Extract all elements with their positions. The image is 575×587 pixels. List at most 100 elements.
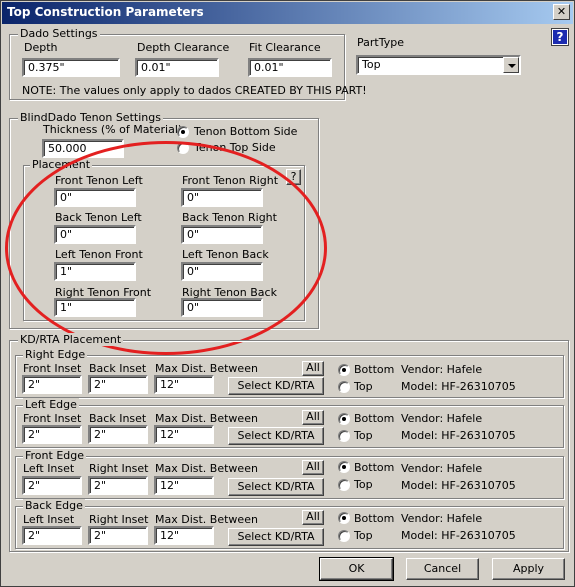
edge-back-all-button[interactable]: All <box>302 510 324 525</box>
edge-right-label-1: Front Inset <box>23 362 82 375</box>
depth-label: Depth <box>24 41 58 54</box>
edge-front-all-button[interactable]: All <box>302 460 324 475</box>
edge-left-label-2: Back Inset <box>89 412 147 425</box>
edge-back-bottom-radio[interactable] <box>338 512 350 524</box>
tenon-bottom-radio[interactable] <box>177 126 189 138</box>
edge-right-label-2: Back Inset <box>89 362 147 375</box>
edge-left-top-radio[interactable] <box>338 430 350 442</box>
edge-left-model: Model: HF-26310705 <box>401 429 516 442</box>
edge-left-vendor: Vendor: Hafele <box>401 412 483 425</box>
edge-right-label-3: Max Dist. Between <box>155 362 258 375</box>
edge-left-top-label: Top <box>354 429 373 442</box>
fit-clearance-label: Fit Clearance <box>249 41 321 54</box>
edge-right-bottom-radio[interactable] <box>338 364 350 376</box>
edge-right-field-2[interactable]: 2" <box>88 375 148 394</box>
edge-front-vendor: Vendor: Hafele <box>401 462 483 475</box>
edge-legend-front: Front Edge <box>23 449 87 462</box>
edge-front-field-2[interactable]: 2" <box>88 476 148 495</box>
edge-back-top-radio[interactable] <box>338 530 350 542</box>
edge-back-label-3: Max Dist. Between <box>155 513 258 526</box>
apply-button[interactable]: Apply <box>492 558 565 580</box>
edge-back-select-button[interactable]: Select KD/RTA <box>228 528 324 546</box>
dado-settings-legend: Dado Settings <box>18 27 100 40</box>
front-tenon-left-label: Front Tenon Left <box>55 174 143 187</box>
parttype-value: Top <box>362 58 381 71</box>
back-tenon-right-label: Back Tenon Right <box>182 211 277 224</box>
edge-back-bottom-label: Bottom <box>354 512 395 525</box>
edge-front-label-2: Right Inset <box>89 462 149 475</box>
edge-back-field-3[interactable]: 12" <box>154 526 214 545</box>
edge-front-select-button[interactable]: Select KD/RTA <box>228 478 324 496</box>
kd-rta-legend: KD/RTA Placement <box>18 333 124 346</box>
left-tenon-back-field[interactable]: 0" <box>181 262 263 281</box>
title-bar[interactable]: Top Construction Parameters ✕ <box>2 2 573 24</box>
placement-help-button[interactable]: ? <box>286 169 301 185</box>
cancel-button[interactable]: Cancel <box>406 558 479 580</box>
thickness-label: Thickness (% of Material) <box>43 123 183 136</box>
edge-right-model: Model: HF-26310705 <box>401 380 516 393</box>
help-icon[interactable]: ? <box>552 29 568 45</box>
edge-front-bottom-label: Bottom <box>354 461 395 474</box>
edge-left-bottom-radio[interactable] <box>338 413 350 425</box>
edge-left-bottom-label: Bottom <box>354 412 395 425</box>
chevron-down-icon[interactable] <box>503 57 519 73</box>
front-tenon-right-label: Front Tenon Right <box>182 174 279 187</box>
right-tenon-back-field[interactable]: 0" <box>181 298 263 317</box>
left-tenon-back-label: Left Tenon Back <box>182 248 269 261</box>
edge-front-field-1[interactable]: 2" <box>22 476 82 495</box>
thickness-field[interactable]: 50.000 <box>42 139 124 158</box>
edge-legend-left: Left Edge <box>23 398 79 411</box>
edge-left-field-1[interactable]: 2" <box>22 425 82 444</box>
edge-right-select-button[interactable]: Select KD/RTA <box>228 377 324 395</box>
edge-right-top-radio[interactable] <box>338 381 350 393</box>
edge-legend-back: Back Edge <box>23 499 85 512</box>
edge-back-top-label: Top <box>354 529 373 542</box>
window-title: Top Construction Parameters <box>7 5 204 19</box>
parttype-label: PartType <box>357 36 404 49</box>
edge-back-vendor: Vendor: Hafele <box>401 512 483 525</box>
back-tenon-left-label: Back Tenon Left <box>55 211 142 224</box>
right-tenon-front-field[interactable]: 1" <box>54 298 136 317</box>
edge-back-field-1[interactable]: 2" <box>22 526 82 545</box>
dado-note: NOTE: The values only apply to dados CRE… <box>22 84 367 97</box>
ok-button[interactable]: OK <box>319 557 394 581</box>
placement-legend: Placement <box>30 158 93 171</box>
left-tenon-front-field[interactable]: 1" <box>54 262 136 281</box>
edge-back-label-1: Left Inset <box>23 513 75 526</box>
edge-right-all-button[interactable]: All <box>302 361 324 376</box>
edge-front-label-3: Max Dist. Between <box>155 462 258 475</box>
edge-front-label-1: Left Inset <box>23 462 75 475</box>
fit-clearance-field[interactable]: 0.01" <box>248 58 332 77</box>
edge-right-bottom-label: Bottom <box>354 363 395 376</box>
parttype-select[interactable]: Top <box>356 55 521 75</box>
close-button[interactable]: ✕ <box>553 4 570 20</box>
left-tenon-front-label: Left Tenon Front <box>55 248 143 261</box>
edge-left-label-3: Max Dist. Between <box>155 412 258 425</box>
back-tenon-right-field[interactable]: 0" <box>181 225 263 244</box>
dialog-window: Top Construction Parameters ✕ Dado Setti… <box>0 0 575 587</box>
back-tenon-left-field[interactable]: 0" <box>54 225 136 244</box>
depth-field[interactable]: 0.375" <box>22 58 120 77</box>
edge-front-top-radio[interactable] <box>338 479 350 491</box>
front-tenon-right-field[interactable]: 0" <box>181 188 263 207</box>
edge-right-vendor: Vendor: Hafele <box>401 363 483 376</box>
edge-front-bottom-radio[interactable] <box>338 461 350 473</box>
edge-right-field-1[interactable]: 2" <box>22 375 82 394</box>
edge-left-field-2[interactable]: 2" <box>88 425 148 444</box>
edge-right-field-3[interactable]: 12" <box>154 375 214 394</box>
edge-left-select-button[interactable]: Select KD/RTA <box>228 427 324 445</box>
edge-front-field-3[interactable]: 12" <box>154 476 214 495</box>
edge-front-top-label: Top <box>354 478 373 491</box>
tenon-top-label: Tenon Top Side <box>194 141 276 154</box>
tenon-top-radio[interactable] <box>177 142 189 154</box>
depth-clearance-field[interactable]: 0.01" <box>135 58 219 77</box>
edge-back-model: Model: HF-26310705 <box>401 529 516 542</box>
edge-left-field-3[interactable]: 12" <box>154 425 214 444</box>
tenon-bottom-label: Tenon Bottom Side <box>194 125 298 138</box>
edge-right-top-label: Top <box>354 380 373 393</box>
depth-clearance-label: Depth Clearance <box>137 41 230 54</box>
edge-left-all-button[interactable]: All <box>302 410 324 425</box>
edge-back-field-2[interactable]: 2" <box>88 526 148 545</box>
close-icon: ✕ <box>556 5 567 18</box>
front-tenon-left-field[interactable]: 0" <box>54 188 136 207</box>
